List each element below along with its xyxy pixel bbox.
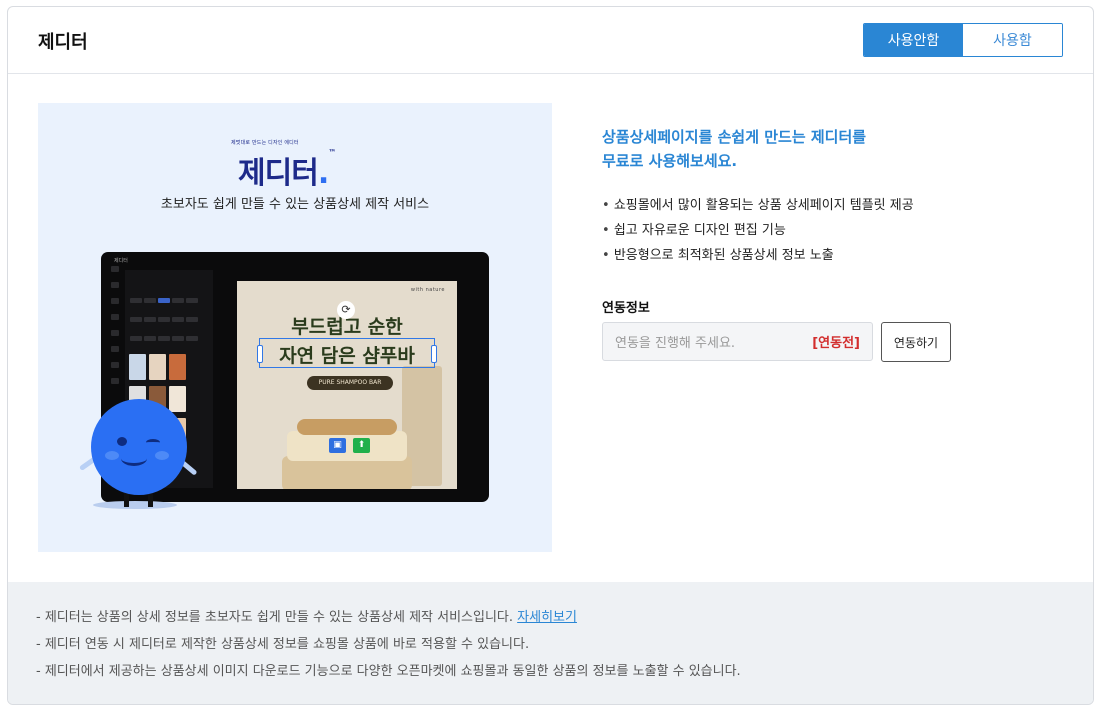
footer-note: - 제디터는 상품의 상세 정보를 초보자도 쉽게 만들 수 있는 상품상세 제… bbox=[36, 604, 741, 631]
zeditor-settings-card: 제디터 사용안함 사용함 제멋대로 만드는 디자인 에디터 제디터.™ 초보자도… bbox=[7, 6, 1094, 705]
link-status-badge: [연동전] bbox=[812, 336, 860, 351]
info-headline: 상품상세페이지를 손쉽게 만드는 제디터를 무료로 사용해보세요. bbox=[602, 125, 866, 173]
connect-button[interactable]: 연동하기 bbox=[881, 322, 951, 362]
footer-notes: - 제디터는 상품의 상세 정보를 초보자도 쉽게 만들 수 있는 상품상세 제… bbox=[8, 582, 1093, 704]
rotate-icon: ⟳ bbox=[337, 301, 355, 319]
info-headline-line-2: 무료로 사용해보세요. bbox=[602, 152, 738, 170]
mascot-leg bbox=[124, 493, 129, 507]
disable-option-button[interactable]: 사용안함 bbox=[864, 24, 963, 56]
promo-banner: 제멋대로 만드는 디자인 에디터 제디터.™ 초보자도 쉽게 만들 수 있는 상… bbox=[38, 103, 552, 552]
mock-canvas: with nature 부드럽고 순한 ⟳ 자연 담은 샴푸바 PURE SHA… bbox=[237, 281, 457, 489]
mascot-shadow bbox=[93, 501, 177, 509]
link-info-label: 연동정보 bbox=[602, 301, 650, 316]
link-status-field: 연동을 진행해 주세요. [연동전] bbox=[602, 322, 873, 361]
trademark-mark: ™ bbox=[328, 148, 336, 157]
upload-image-icon: ⬆ bbox=[353, 438, 370, 453]
mock-brand: with nature bbox=[410, 287, 445, 293]
card-header: 제디터 사용안함 사용함 bbox=[8, 7, 1093, 74]
enable-option-button[interactable]: 사용함 bbox=[963, 24, 1062, 56]
mock-soap-top bbox=[287, 431, 407, 461]
logo-text: 제디터 bbox=[238, 156, 319, 191]
zeditor-logo: 제디터.™ bbox=[238, 148, 336, 192]
mascot-character bbox=[91, 399, 187, 495]
footer-note: - 제디터 연동 시 제디터로 제작한 상품상세 정보를 쇼핑몰 상품에 바로 … bbox=[36, 637, 530, 652]
mock-app-label: 제디터 bbox=[114, 258, 128, 264]
info-headline-line-1: 상품상세페이지를 손쉽게 만드는 제디터를 bbox=[602, 128, 867, 146]
footer-note-text: - 제디터는 상품의 상세 정보를 초보자도 쉽게 만들 수 있는 상품상세 제… bbox=[36, 610, 514, 625]
feature-item: 쉽고 자유로운 디자인 편집 기능 bbox=[602, 218, 914, 243]
learn-more-link[interactable]: 자세히보기 bbox=[517, 610, 577, 625]
feature-item: 쇼핑몰에서 많이 활용되는 상품 상세페이지 템플릿 제공 bbox=[602, 193, 914, 218]
feature-list: 쇼핑몰에서 많이 활용되는 상품 상세페이지 템플릿 제공 쉽고 자유로운 디자… bbox=[602, 193, 914, 268]
mock-badge: PURE SHAMPOO BAR bbox=[307, 376, 393, 390]
logo-dot: . bbox=[317, 156, 329, 191]
image-icon: ▣ bbox=[329, 438, 346, 453]
usage-toggle: 사용안함 사용함 bbox=[863, 23, 1063, 57]
mascot-leg bbox=[148, 493, 153, 507]
feature-item: 반응형으로 최적화된 상품상세 정보 노출 bbox=[602, 243, 914, 268]
logo-tagline: 제멋대로 만드는 디자인 에디터 bbox=[231, 140, 299, 146]
promo-subtitle: 초보자도 쉽게 만들 수 있는 상품상세 제작 서비스 bbox=[160, 197, 430, 212]
page-title: 제디터 bbox=[38, 32, 88, 53]
mock-brush bbox=[297, 419, 397, 435]
link-status-placeholder: 연동을 진행해 주세요. bbox=[615, 336, 736, 351]
footer-note: - 제디터에서 제공하는 상품상세 이미지 다운로드 기능으로 다양한 오픈마켓… bbox=[36, 664, 741, 679]
mock-headline-2: 자연 담은 샴푸바 bbox=[279, 345, 415, 367]
